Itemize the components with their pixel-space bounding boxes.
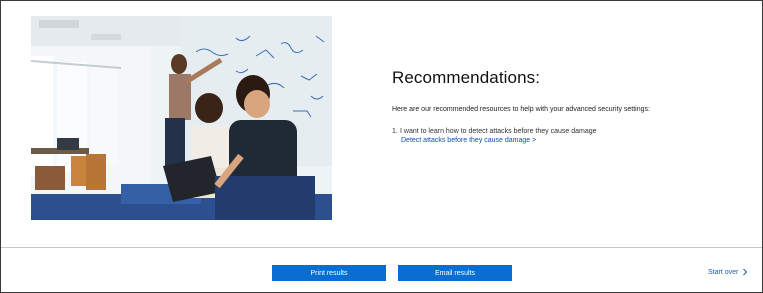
list-item: 1. I want to learn how to detect attacks… <box>392 128 732 135</box>
print-results-button[interactable]: Print results <box>272 265 386 281</box>
detect-attacks-link[interactable]: Detect attacks before they cause damage … <box>401 137 732 144</box>
recommendations-list: 1. I want to learn how to detect attacks… <box>392 128 732 144</box>
email-results-button[interactable]: Email results <box>398 265 512 281</box>
chevron-right-icon <box>743 268 748 276</box>
recommendations-panel: Recommendations: Here are our recommende… <box>392 68 732 144</box>
start-over-link[interactable]: Start over <box>708 268 749 276</box>
recommendations-intro: Here are our recommended resources to he… <box>392 106 650 113</box>
recommendations-title: Recommendations: <box>392 68 541 87</box>
start-over-label: Start over <box>708 268 739 276</box>
footer-divider <box>1 247 762 248</box>
list-item-number: 1. <box>392 128 398 135</box>
list-item-text: I want to learn how to detect attacks be… <box>400 128 597 135</box>
hero-photo <box>31 16 332 220</box>
